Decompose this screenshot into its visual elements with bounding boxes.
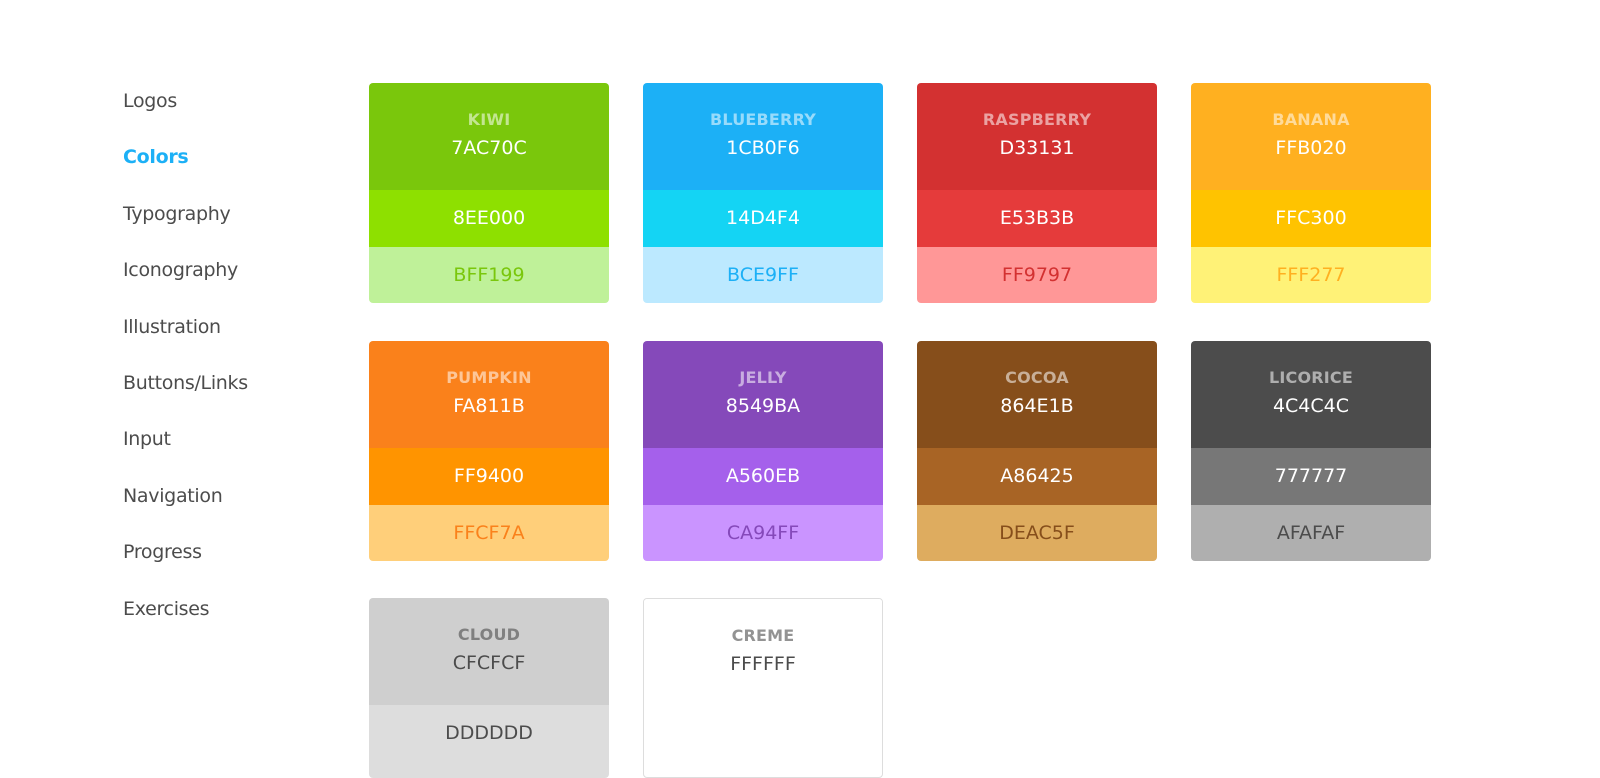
color-name: CREME [731, 626, 795, 645]
secondary-swatch: 777777 [1191, 447, 1431, 505]
color-name: COCOA [1005, 367, 1069, 387]
tertiary-swatch: FF9797 [917, 247, 1157, 303]
secondary-swatch: 14D4F4 [643, 190, 883, 247]
primary-swatch: COCOA 864E1B [917, 340, 1157, 448]
tertiary-swatch: CA94FF [643, 504, 883, 561]
sidebar-item-typography[interactable]: Typography [123, 199, 248, 255]
sidebar-item-iconography[interactable]: Iconography [123, 255, 248, 311]
primary-hex: 1CB0F6 [726, 137, 800, 159]
color-card-pumpkin: PUMPKIN FA811B FF9400 FFCF7A [369, 340, 609, 561]
color-card-blueberry: BLUEBERRY 1CB0F6 14D4F4 BCE9FF [643, 83, 883, 303]
sidebar-item-illustration[interactable]: Illustration [123, 312, 248, 368]
primary-swatch: KIWI 7AC70C [369, 83, 609, 190]
color-card-raspberry: RASPBERRY D33131 E53B3B FF9797 [917, 83, 1157, 303]
color-card-creme: CREME FFFFFF [643, 598, 883, 778]
color-name: LICORICE [1268, 367, 1354, 387]
color-name: CLOUD [457, 625, 521, 644]
primary-swatch: BLUEBERRY 1CB0F6 [643, 83, 883, 190]
primary-hex: 864E1B [1000, 394, 1074, 417]
primary-swatch: CLOUD CFCFCF [369, 598, 609, 705]
tertiary-swatch: FFCF7A [369, 504, 609, 561]
primary-hex: D33131 [999, 137, 1075, 159]
primary-swatch: CREME FFFFFF [644, 599, 882, 706]
secondary-swatch: DDDDDD [369, 705, 609, 778]
sidebar-nav: Logos Colors Typography Iconography Illu… [123, 86, 248, 650]
primary-hex: FA811B [453, 394, 525, 417]
secondary-swatch: A86425 [917, 447, 1157, 505]
color-name: PUMPKIN [446, 367, 532, 387]
secondary-swatch: E53B3B [917, 190, 1157, 247]
primary-swatch: RASPBERRY D33131 [917, 83, 1157, 190]
primary-hex: CFCFCF [452, 652, 526, 674]
secondary-swatch: FFC300 [1191, 190, 1431, 247]
primary-hex: FFFFFF [730, 653, 796, 675]
color-name: BLUEBERRY [709, 110, 817, 129]
tertiary-swatch: AFAFAF [1191, 504, 1431, 561]
color-name: BANANA [1272, 110, 1350, 129]
primary-swatch: BANANA FFB020 [1191, 83, 1431, 190]
color-card-jelly: JELLY 8549BA A560EB CA94FF [643, 340, 883, 561]
secondary-swatch: 8EE000 [369, 190, 609, 247]
primary-hex: 7AC70C [451, 137, 527, 159]
color-name: JELLY [739, 367, 787, 387]
sidebar-item-progress[interactable]: Progress [123, 537, 248, 593]
tertiary-swatch: BCE9FF [643, 247, 883, 303]
primary-hex: FFB020 [1275, 137, 1347, 159]
color-name: KIWI [467, 110, 511, 129]
primary-hex: 8549BA [725, 394, 801, 417]
sidebar-item-navigation[interactable]: Navigation [123, 481, 248, 537]
primary-hex: 4C4C4C [1272, 394, 1350, 417]
color-name: RASPBERRY [982, 110, 1092, 129]
color-card-cloud: CLOUD CFCFCF DDDDDD [369, 598, 609, 778]
color-card-banana: BANANA FFB020 FFC300 FFF277 [1191, 83, 1431, 303]
sidebar-item-logos[interactable]: Logos [123, 86, 248, 142]
color-card-kiwi: KIWI 7AC70C 8EE000 BFF199 [369, 83, 609, 303]
secondary-swatch: A560EB [643, 447, 883, 505]
tertiary-swatch: DEAC5F [917, 504, 1157, 561]
color-card-cocoa: COCOA 864E1B A86425 DEAC5F [917, 340, 1157, 561]
tertiary-swatch: BFF199 [369, 247, 609, 303]
sidebar-item-input[interactable]: Input [123, 424, 248, 480]
primary-swatch: JELLY 8549BA [643, 340, 883, 448]
primary-swatch: LICORICE 4C4C4C [1191, 340, 1431, 448]
secondary-swatch: FF9400 [369, 447, 609, 505]
sidebar-item-buttons-links[interactable]: Buttons/Links [123, 368, 248, 424]
color-card-licorice: LICORICE 4C4C4C 777777 AFAFAF [1191, 340, 1431, 561]
sidebar-item-colors[interactable]: Colors [123, 142, 248, 198]
sidebar-item-exercises[interactable]: Exercises [123, 594, 248, 650]
primary-swatch: PUMPKIN FA811B [369, 340, 609, 448]
tertiary-swatch: FFF277 [1191, 247, 1431, 303]
